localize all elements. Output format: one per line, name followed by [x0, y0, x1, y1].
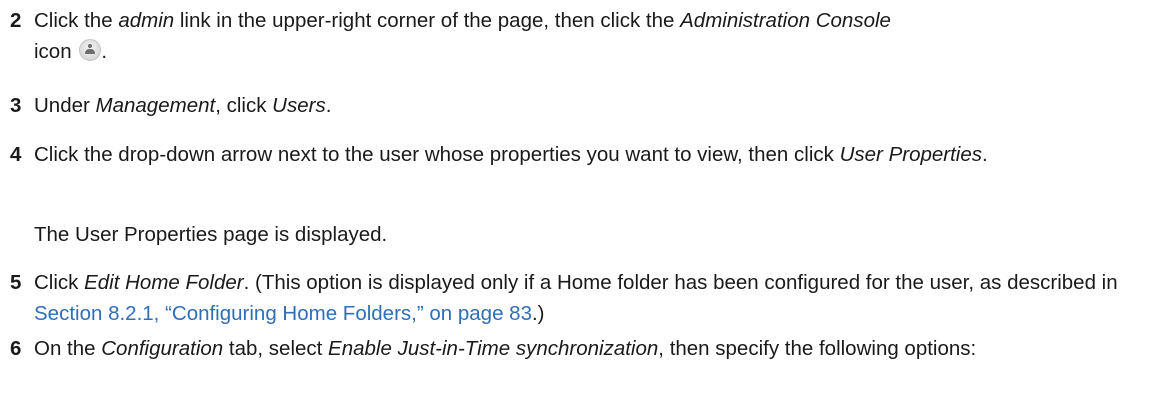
step-number: 6	[10, 337, 22, 360]
step-number: 5	[10, 271, 22, 294]
text-run: icon	[34, 40, 72, 63]
edit-home-folder-term: Edit Home Folder	[84, 271, 244, 294]
user-silhouette-icon	[79, 39, 102, 61]
step-6: 6 On the Configuration tab, select Enabl…	[0, 333, 1165, 364]
configuration-tab-term: Configuration	[101, 337, 224, 360]
admin-link-term: admin	[118, 9, 175, 32]
text-run: Click	[34, 271, 85, 294]
step-text: On the Configuration tab, select Enable …	[34, 333, 1165, 364]
step-text: Click Edit Home Folder. (This option is …	[34, 267, 1165, 329]
management-term: Management	[95, 94, 216, 117]
step-number: 2	[10, 9, 22, 32]
step-4: 4 Click the drop-down arrow next to the …	[0, 139, 1165, 170]
enable-jit-sync-term: Enable Just-in-Time synchronization	[328, 337, 659, 360]
text-run: Click the	[34, 9, 119, 32]
administration-console-term: Administration Console	[680, 9, 891, 32]
step-text: Under Management, click Users.	[34, 90, 1165, 121]
step-2: 2 Click the admin link in the upper-righ…	[0, 5, 1165, 67]
text-run: , then specify the following options:	[658, 337, 977, 360]
text-run: .	[101, 40, 108, 63]
text-run: .	[982, 143, 988, 166]
text-run: On the	[34, 337, 102, 360]
step-text: Click the drop-down arrow next to the us…	[34, 139, 1165, 170]
user-properties-term: User Properties	[839, 143, 983, 166]
text-run: . (This option is displayed only if a Ho…	[243, 271, 1118, 294]
text-run: tab, select	[223, 337, 329, 360]
section-cross-reference-link[interactable]: Section 8.2.1, “Configuring Home Folders…	[34, 302, 532, 325]
text-run: , click	[215, 94, 273, 117]
text-run: Click the drop-down arrow next to the us…	[34, 143, 840, 166]
text-run: link in the upper-right corner of the pa…	[174, 9, 681, 32]
users-term: Users	[272, 94, 326, 117]
result-note: The User Properties page is displayed.	[34, 223, 388, 246]
step-number: 4	[10, 143, 22, 166]
step-5: 5 Click Edit Home Folder. (This option i…	[0, 267, 1165, 329]
step-text: Click the admin link in the upper-right …	[34, 5, 1165, 67]
text-run: Under	[34, 94, 96, 117]
step-3: 3 Under Management, click Users.	[0, 90, 1165, 121]
text-run: .)	[531, 302, 545, 325]
step-number: 3	[10, 94, 22, 117]
text-run: .	[325, 94, 332, 117]
